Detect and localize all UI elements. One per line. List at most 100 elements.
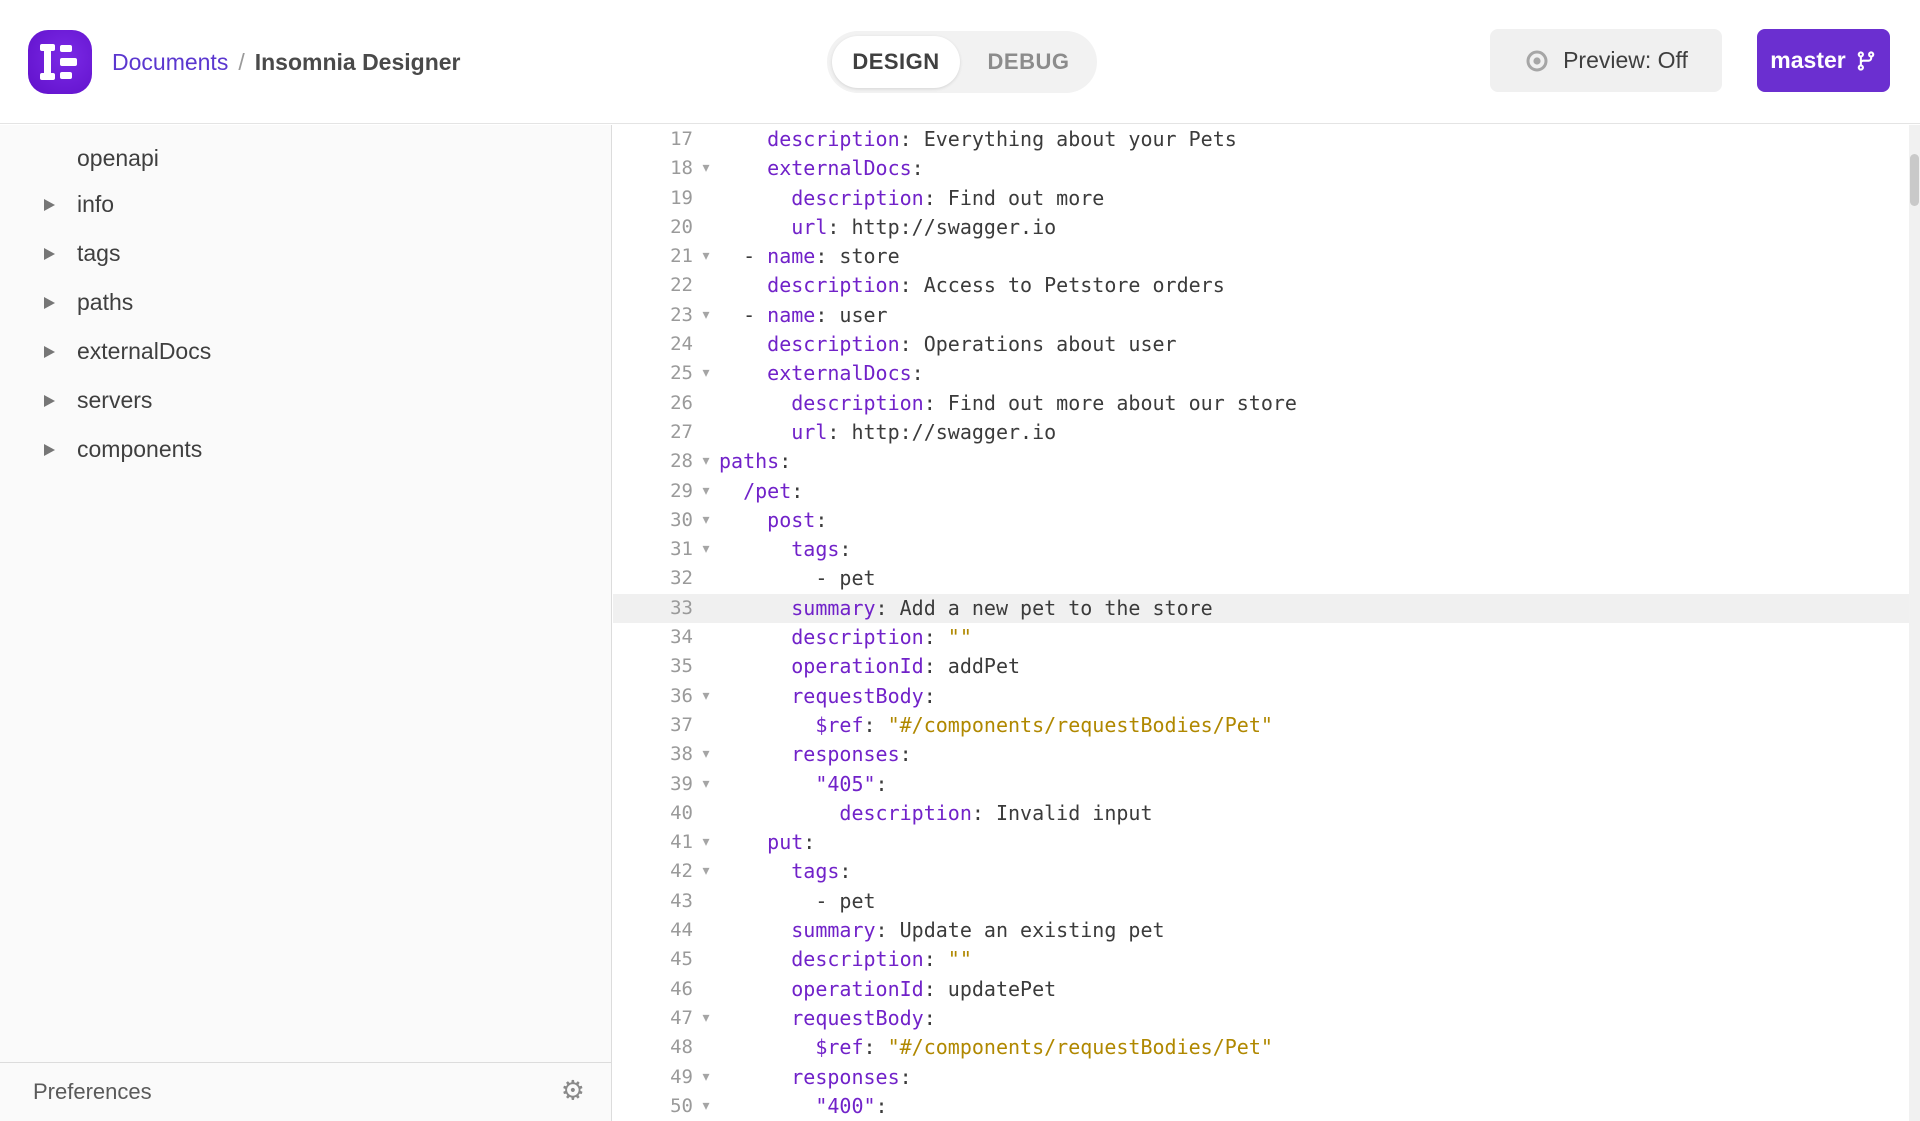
fold-arrow-icon[interactable]: ▾ xyxy=(693,242,719,271)
fold-arrow-icon[interactable]: ▾ xyxy=(693,359,719,388)
sidebar-item-openapi[interactable]: openapi xyxy=(0,136,611,180)
tree-arrow-icon[interactable] xyxy=(44,345,55,358)
line-number: 36 xyxy=(670,684,693,707)
fold-arrow-icon[interactable]: ▾ xyxy=(693,740,719,769)
preferences-button[interactable]: Preferences xyxy=(33,1079,152,1105)
line-number: 29 xyxy=(670,479,693,502)
code-text[interactable]: operationId: addPet xyxy=(719,652,1920,681)
code-text[interactable]: externalDocs: xyxy=(719,359,1920,388)
code-line: 32 - pet xyxy=(613,564,1920,593)
line-number: 42 xyxy=(670,860,693,883)
code-text[interactable]: summary: Update an existing pet xyxy=(719,916,1920,945)
code-line: 37 $ref: "#/components/requestBodies/Pet… xyxy=(613,711,1920,740)
code-text[interactable]: responses: xyxy=(719,740,1920,769)
fold-gutter xyxy=(693,887,719,916)
gear-icon[interactable]: ⚙ xyxy=(561,1075,585,1106)
sidebar-item-paths[interactable]: paths xyxy=(0,278,611,327)
code-text[interactable]: url: http://swagger.io xyxy=(719,213,1920,242)
tree-arrow-icon[interactable] xyxy=(44,394,55,407)
tree-arrow-icon[interactable] xyxy=(44,443,55,456)
sidebar-item-label: openapi xyxy=(77,144,159,171)
tree-arrow-icon[interactable] xyxy=(44,247,55,260)
code-text[interactable]: - name: user xyxy=(719,301,1920,330)
sidebar-item-externalDocs[interactable]: externalDocs xyxy=(0,327,611,376)
code-text[interactable]: requestBody: xyxy=(719,682,1920,711)
code-text[interactable]: description: Access to Petstore orders xyxy=(719,271,1920,300)
fold-arrow-icon[interactable]: ▾ xyxy=(693,857,719,886)
code-text[interactable]: description: Everything about your Pets xyxy=(719,125,1920,154)
fold-gutter xyxy=(693,799,719,828)
code-text[interactable]: tags: xyxy=(719,857,1920,886)
code-text[interactable]: post: xyxy=(719,506,1920,535)
breadcrumb-separator: / xyxy=(238,48,245,75)
line-number: 28 xyxy=(670,450,693,473)
code-text[interactable]: url: http://swagger.io xyxy=(719,418,1920,447)
line-number: 39 xyxy=(670,772,693,795)
fold-gutter xyxy=(693,213,719,242)
branch-button[interactable]: master xyxy=(1757,29,1890,92)
line-number: 43 xyxy=(670,889,693,912)
sidebar-item-servers[interactable]: servers xyxy=(0,376,611,425)
code-line: 36 ▾ requestBody: xyxy=(613,682,1920,711)
code-text[interactable]: description: Find out more about our sto… xyxy=(719,389,1920,418)
tab-debug[interactable]: DEBUG xyxy=(960,31,1097,93)
fold-arrow-icon[interactable]: ▾ xyxy=(693,770,719,799)
line-number: 35 xyxy=(670,655,693,678)
sidebar-item-tags[interactable]: tags xyxy=(0,229,611,278)
code-text[interactable]: $ref: "#/components/requestBodies/Pet" xyxy=(719,711,1920,740)
code-text[interactable]: description: Invalid input xyxy=(719,799,1920,828)
code-text[interactable]: "400": xyxy=(719,1092,1920,1121)
insomnia-logo[interactable] xyxy=(28,30,92,94)
code-editor[interactable]: 17 description: Everything about your Pe… xyxy=(613,125,1920,1121)
breadcrumb-documents-link[interactable]: Documents xyxy=(112,49,228,76)
scrollbar-thumb[interactable] xyxy=(1910,154,1919,206)
code-text[interactable]: description: Find out more xyxy=(719,184,1920,213)
code-text[interactable]: description: "" xyxy=(719,623,1920,652)
fold-arrow-icon[interactable]: ▾ xyxy=(693,477,719,506)
preview-button[interactable]: Preview: Off xyxy=(1490,29,1722,92)
line-number: 23 xyxy=(670,303,693,326)
line-number: 20 xyxy=(670,215,693,238)
code-text[interactable]: /pet: xyxy=(719,477,1920,506)
code-line: 50 ▾ "400": xyxy=(613,1092,1920,1121)
code-text[interactable]: operationId: updatePet xyxy=(719,975,1920,1004)
fold-arrow-icon[interactable]: ▾ xyxy=(693,535,719,564)
fold-arrow-icon[interactable]: ▾ xyxy=(693,1063,719,1092)
fold-arrow-icon[interactable]: ▾ xyxy=(693,301,719,330)
code-text[interactable]: description: "" xyxy=(719,945,1920,974)
code-text[interactable]: $ref: "#/components/requestBodies/Pet" xyxy=(719,1033,1920,1062)
code-text[interactable]: - pet xyxy=(719,564,1920,593)
code-line: 29 ▾ /pet: xyxy=(613,477,1920,506)
fold-gutter xyxy=(693,594,719,623)
fold-arrow-icon[interactable]: ▾ xyxy=(693,447,719,476)
sidebar-item-label: info xyxy=(77,191,115,217)
code-text[interactable]: summary: Add a new pet to the store xyxy=(719,594,1920,623)
code-text[interactable]: externalDocs: xyxy=(719,154,1920,183)
fold-gutter xyxy=(693,975,719,1004)
fold-arrow-icon[interactable]: ▾ xyxy=(693,506,719,535)
fold-arrow-icon[interactable]: ▾ xyxy=(693,1092,719,1121)
code-text[interactable]: - name: store xyxy=(719,242,1920,271)
code-text[interactable]: tags: xyxy=(719,535,1920,564)
code-line: 42 ▾ tags: xyxy=(613,857,1920,886)
code-text[interactable]: - pet xyxy=(719,887,1920,916)
tab-design[interactable]: DESIGN xyxy=(832,36,960,88)
line-number: 31 xyxy=(670,538,693,561)
fold-arrow-icon[interactable]: ▾ xyxy=(693,1004,719,1033)
code-line: 41 ▾ put: xyxy=(613,828,1920,857)
code-text[interactable]: responses: xyxy=(719,1063,1920,1092)
fold-arrow-icon[interactable]: ▾ xyxy=(693,154,719,183)
sidebar-item-info[interactable]: info xyxy=(0,180,611,229)
code-text[interactable]: requestBody: xyxy=(719,1004,1920,1033)
fold-arrow-icon[interactable]: ▾ xyxy=(693,682,719,711)
tree-arrow-icon[interactable] xyxy=(44,198,55,211)
editor-scrollbar[interactable] xyxy=(1909,125,1920,1121)
sidebar-item-components[interactable]: components xyxy=(0,425,611,474)
fold-arrow-icon[interactable]: ▾ xyxy=(693,828,719,857)
code-text[interactable]: description: Operations about user xyxy=(719,330,1920,359)
code-line: 22 description: Access to Petstore order… xyxy=(613,271,1920,300)
code-text[interactable]: "405": xyxy=(719,770,1920,799)
code-text[interactable]: paths: xyxy=(719,447,1920,476)
tree-arrow-icon[interactable] xyxy=(44,296,55,309)
code-text[interactable]: put: xyxy=(719,828,1920,857)
